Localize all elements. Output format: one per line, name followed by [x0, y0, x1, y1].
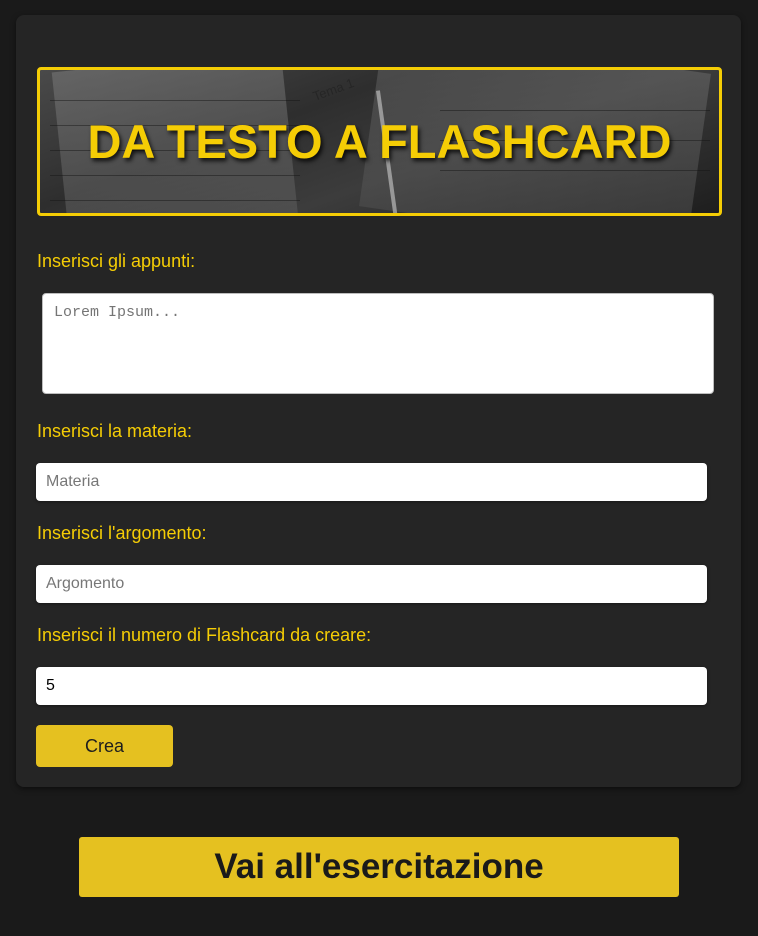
header-banner: Tema 1 DA TESTO A FLASHCARD: [37, 67, 722, 216]
notebook-label: Tema 1: [310, 75, 356, 104]
subject-label: Inserisci la materia:: [37, 421, 193, 441]
flashcard-count-input[interactable]: [36, 667, 707, 705]
topic-input[interactable]: [36, 565, 707, 603]
flashcard-count-label: Inserisci il numero di Flashcard da crea…: [37, 625, 372, 645]
create-button[interactable]: Crea: [36, 725, 173, 767]
go-to-practice-button[interactable]: Vai all'esercitazione: [79, 837, 679, 897]
flashcard-form-card: Tema 1 DA TESTO A FLASHCARD Inserisci gl…: [16, 15, 741, 787]
page-title: DA TESTO A FLASHCARD: [87, 115, 672, 168]
notes-label: Inserisci gli appunti:: [37, 251, 196, 271]
subject-input[interactable]: [36, 463, 707, 501]
notes-textarea[interactable]: [42, 293, 714, 394]
topic-label: Inserisci l'argomento:: [37, 523, 207, 543]
